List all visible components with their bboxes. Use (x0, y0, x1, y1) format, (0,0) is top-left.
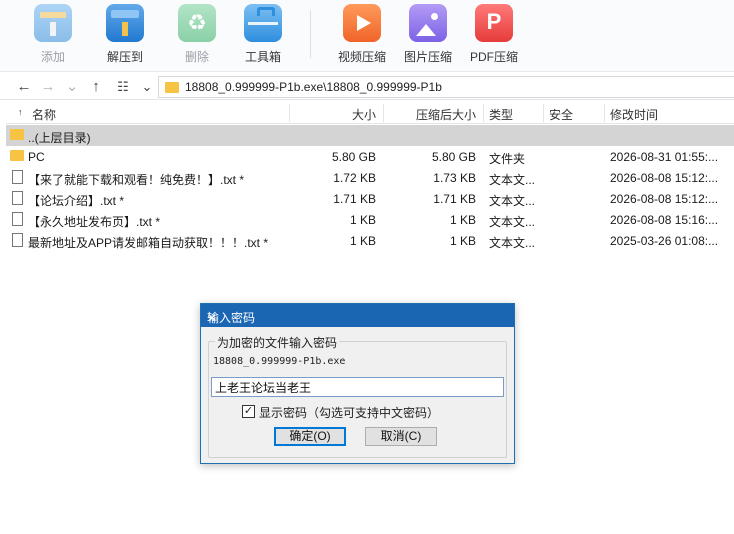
pdf-compress-button[interactable]: PDF压缩 (462, 4, 526, 68)
file-compressed-size: 5.80 GB (431, 150, 476, 164)
show-password-label[interactable]: 显示密码（勾选可支持中文密码） (259, 404, 439, 421)
delete-button-label: 删除 (184, 50, 209, 64)
encrypted-filename: 18808_0.999999-P1b.exe (213, 356, 346, 367)
text-file-icon (12, 233, 23, 247)
column-divider (604, 104, 605, 122)
extract-to-button[interactable]: 解压到 (93, 4, 157, 68)
text-file-icon (12, 212, 23, 226)
file-compressed-size: 1.73 KB (433, 171, 476, 185)
cancel-button[interactable]: 取消(C) (365, 427, 437, 446)
file-type: 文本文... (489, 236, 536, 250)
pdf-compress-button-label: PDF压缩 (469, 50, 518, 64)
column-security[interactable]: 安全 (549, 106, 573, 123)
video-compress-button-label: 视频压缩 (337, 50, 386, 64)
file-size: 5.80 GB (331, 150, 376, 164)
image-compress-button[interactable]: 图片压缩 (396, 4, 460, 68)
folder-icon (10, 150, 24, 161)
toolbox-icon (244, 4, 282, 42)
up-arrow-icon[interactable]: ↑ (86, 77, 106, 97)
file-modified: 2026-08-08 15:16:... (610, 213, 719, 227)
back-arrow-icon[interactable]: ← (14, 77, 34, 97)
table-row[interactable]: ..(上层目录) (6, 125, 734, 146)
password-dialog: 输入密码 ✕ 为加密的文件输入密码 18808_0.999999-P1b.exe… (200, 303, 515, 464)
table-row[interactable]: 【论坛介绍】.txt * 1.71 KB 1.71 KB 文本文... 2026… (6, 188, 734, 209)
folder-icon (165, 82, 179, 93)
table-row[interactable]: PC 5.80 GB 5.80 GB 文件夹 2026-08-31 01:55:… (6, 146, 734, 167)
file-size: 1.72 KB (333, 171, 376, 185)
extract-to-button-label: 解压到 (106, 50, 143, 64)
view-list-icon[interactable]: ☷ (113, 77, 133, 97)
toolbox-button[interactable]: 工具箱 (231, 4, 295, 68)
show-password-checkbox[interactable]: ✓ (242, 405, 255, 418)
toolbox-button-label: 工具箱 (244, 50, 281, 64)
recycle-icon (178, 4, 216, 42)
file-type: 文本文... (489, 215, 536, 229)
file-compressed-size: 1.71 KB (433, 192, 476, 206)
table-row[interactable]: 【来了就能下载和观看！纯免费！】.txt * 1.72 KB 1.73 KB 文… (6, 167, 734, 188)
video-compress-button[interactable]: 视频压缩 (330, 4, 394, 68)
image-compress-button-label: 图片压缩 (403, 50, 452, 64)
file-compressed-size: 1 KB (449, 234, 476, 248)
toolbar-separator (310, 10, 311, 58)
file-modified: 2026-08-08 15:12:... (610, 192, 719, 206)
file-compressed-size: 1 KB (449, 213, 476, 227)
file-name: PC (28, 150, 45, 164)
file-modified: 2026-08-31 01:55:... (610, 150, 719, 164)
column-modified[interactable]: 修改时间 (610, 106, 658, 123)
file-name: 【论坛介绍】.txt * (28, 194, 125, 208)
column-divider (289, 104, 290, 122)
file-modified: 2026-08-08 15:12:... (610, 171, 719, 185)
file-modified: 2025-03-26 01:08:... (610, 234, 719, 248)
add-archive-icon (34, 4, 72, 42)
column-divider (383, 104, 384, 122)
file-name: 最新地址及APP请发邮箱自动获取！！！.txt * (28, 236, 269, 250)
add-button-label: 添加 (40, 50, 65, 64)
column-name[interactable]: 名称 (32, 106, 56, 123)
add-button[interactable]: 添加 (21, 4, 85, 68)
close-icon[interactable]: ✕ (207, 309, 506, 327)
extract-icon (106, 4, 144, 42)
text-file-icon (12, 191, 23, 205)
file-name: 【永久地址发布页】.txt * (28, 215, 161, 229)
column-size[interactable]: 大小 (352, 106, 376, 123)
column-compressed-size[interactable]: 压缩后大小 (416, 106, 476, 123)
video-compress-icon (343, 4, 381, 42)
sort-up-icon: ↑ (18, 107, 23, 117)
file-type: 文件夹 (489, 152, 526, 166)
file-size: 1 KB (349, 213, 376, 227)
dropdown-arrow-icon[interactable]: ⌄ (62, 77, 82, 97)
image-compress-icon (409, 4, 447, 42)
file-type: 文本文... (489, 173, 536, 187)
text-file-icon (12, 170, 23, 184)
file-size: 1 KB (349, 234, 376, 248)
chevron-down-icon[interactable]: ⌄ (137, 77, 157, 97)
parent-folder-icon (10, 129, 24, 140)
column-divider (483, 104, 484, 122)
dialog-title-bar: 输入密码 ✕ (201, 304, 514, 327)
file-name: 【来了就能下载和观看！纯免费！】.txt * (28, 173, 245, 187)
table-row[interactable]: 最新地址及APP请发邮箱自动获取！！！.txt * 1 KB 1 KB 文本文.… (6, 230, 734, 251)
delete-button[interactable]: 删除 (165, 4, 229, 68)
toolbar: 添加 解压到 删除 工具箱 视频压缩 图片压缩 PDF压缩 (0, 0, 734, 72)
address-bar: ← → ⌄ ↑ ☷ ⌄ 18808_0.999999-P1b.exe\18808… (0, 74, 734, 100)
file-size: 1.71 KB (333, 192, 376, 206)
password-input[interactable] (211, 377, 504, 397)
ok-button[interactable]: 确定(O) (274, 427, 346, 446)
column-header: ↑ 名称 大小 压缩后大小 类型 安全 修改时间 (6, 102, 734, 124)
table-row[interactable]: 【永久地址发布页】.txt * 1 KB 1 KB 文本文... 2026-08… (6, 209, 734, 230)
pdf-compress-icon (475, 4, 513, 42)
file-name: ..(上层目录) (28, 131, 91, 145)
column-divider (543, 104, 544, 122)
forward-arrow-icon[interactable]: → (38, 77, 58, 97)
file-type: 文本文... (489, 194, 536, 208)
password-group-label: 为加密的文件输入密码 (215, 334, 340, 351)
column-type[interactable]: 类型 (489, 106, 513, 123)
path-text: 18808_0.999999-P1b.exe\18808_0.999999-P1… (185, 80, 442, 94)
path-field[interactable]: 18808_0.999999-P1b.exe\18808_0.999999-P1… (158, 76, 734, 98)
